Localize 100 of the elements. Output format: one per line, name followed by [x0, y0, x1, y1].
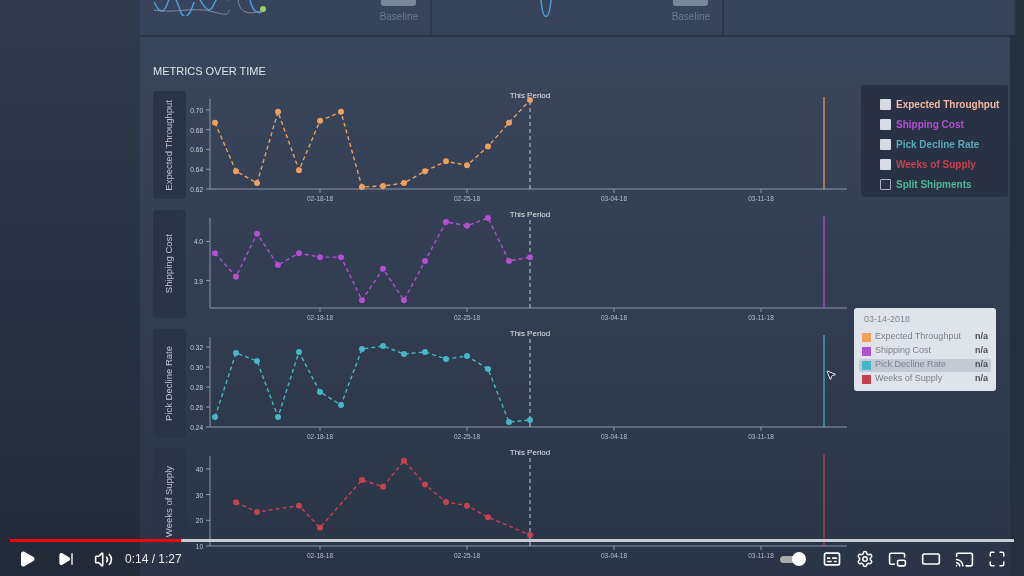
data-point [527, 417, 533, 423]
period-label: This Period [509, 448, 551, 457]
legend-label: Shipping Cost [896, 118, 964, 132]
legend-checkbox[interactable] [880, 99, 891, 110]
data-point [380, 183, 386, 190]
data-point [380, 343, 386, 349]
data-point [485, 215, 491, 221]
data-point [401, 180, 407, 187]
series-name: Shipping Cost [875, 344, 933, 358]
legend-checkbox[interactable] [880, 119, 891, 130]
play-button[interactable] [18, 550, 36, 568]
section-title: METRICS OVER TIME [153, 64, 267, 78]
data-point [296, 349, 302, 355]
data-point [275, 108, 281, 115]
progress-track[interactable] [10, 539, 1014, 542]
data-point [485, 514, 491, 521]
data-point [422, 258, 428, 265]
data-point [233, 273, 239, 280]
captions-button[interactable] [822, 549, 842, 569]
control-button[interactable] [381, 0, 417, 6]
data-point [443, 499, 449, 506]
data-point [212, 250, 218, 257]
legend-checkbox[interactable] [880, 139, 891, 150]
legend-checkbox[interactable] [880, 159, 891, 170]
tooltip-date: 03-14-2018 [864, 313, 912, 326]
data-point [254, 509, 260, 516]
metric-label: Expected Throughput [153, 91, 186, 199]
data-point [338, 402, 344, 408]
data-point [317, 389, 323, 395]
series-value: n/a [975, 344, 988, 358]
legend-label: Pick Decline Rate [896, 138, 980, 152]
data-point [401, 297, 407, 304]
data-point [254, 180, 260, 187]
cursor-icon [825, 369, 837, 381]
data-point [443, 356, 449, 362]
series-value: n/a [975, 330, 988, 344]
data-point [317, 117, 323, 124]
legend-label: Expected Throughput [896, 98, 1000, 112]
control-button[interactable] [673, 0, 709, 6]
data-point [338, 108, 344, 115]
data-point [317, 524, 323, 531]
data-point [422, 481, 428, 488]
metric-label: Pick Decline Rate [153, 329, 186, 437]
data-point [443, 218, 449, 225]
data-point [401, 351, 407, 357]
data-point [296, 167, 302, 174]
data-point [338, 254, 344, 261]
series-value: n/a [975, 358, 988, 372]
legend-checkbox[interactable] [880, 179, 891, 190]
data-point [359, 184, 365, 190]
data-point [464, 222, 470, 229]
data-point [527, 531, 533, 538]
period-label: This Period [509, 210, 551, 219]
data-point [464, 162, 470, 169]
data-point [359, 346, 365, 352]
data-point [443, 158, 449, 165]
series-name: Pick Decline Rate [875, 358, 948, 372]
data-point [212, 414, 218, 420]
period-label: This Period [509, 329, 551, 338]
data-point [506, 419, 512, 425]
cast-button[interactable] [955, 549, 974, 569]
data-point [401, 457, 407, 464]
next-button[interactable] [58, 551, 74, 567]
data-point [506, 258, 512, 265]
series-value: n/a [975, 372, 988, 386]
legend-label: Weeks of Supply [896, 158, 976, 172]
data-point [233, 499, 239, 506]
data-point [359, 297, 365, 304]
data-point [485, 366, 491, 372]
data-point [275, 414, 281, 420]
data-point [359, 476, 365, 483]
period-label: This Period [509, 91, 551, 100]
data-point [233, 350, 239, 356]
data-point [317, 254, 323, 261]
metric-label: Shipping Cost [153, 210, 186, 318]
miniplayer-button[interactable] [888, 549, 907, 569]
data-point [422, 349, 428, 355]
data-point [212, 119, 218, 126]
data-point [296, 250, 302, 257]
data-point [380, 265, 386, 272]
data-point [254, 230, 260, 237]
data-point [296, 502, 302, 509]
series-name: Weeks of Supply [875, 372, 944, 386]
data-point [527, 254, 533, 261]
settings-button[interactable] [856, 550, 874, 568]
fullscreen-button[interactable] [988, 550, 1006, 568]
data-point [527, 97, 533, 103]
series-name: Expected Throughput [875, 330, 962, 344]
data-point [422, 168, 428, 175]
data-point [380, 483, 386, 490]
autoplay-toggle[interactable] [780, 552, 806, 566]
data-point [275, 261, 281, 268]
data-point [233, 168, 239, 175]
data-point [464, 353, 470, 359]
data-point [506, 119, 512, 126]
legend-label: Split Shipments [896, 178, 972, 192]
data-point [254, 358, 260, 364]
volume-button[interactable] [94, 549, 113, 569]
data-point [464, 502, 470, 509]
data-point [485, 143, 491, 150]
